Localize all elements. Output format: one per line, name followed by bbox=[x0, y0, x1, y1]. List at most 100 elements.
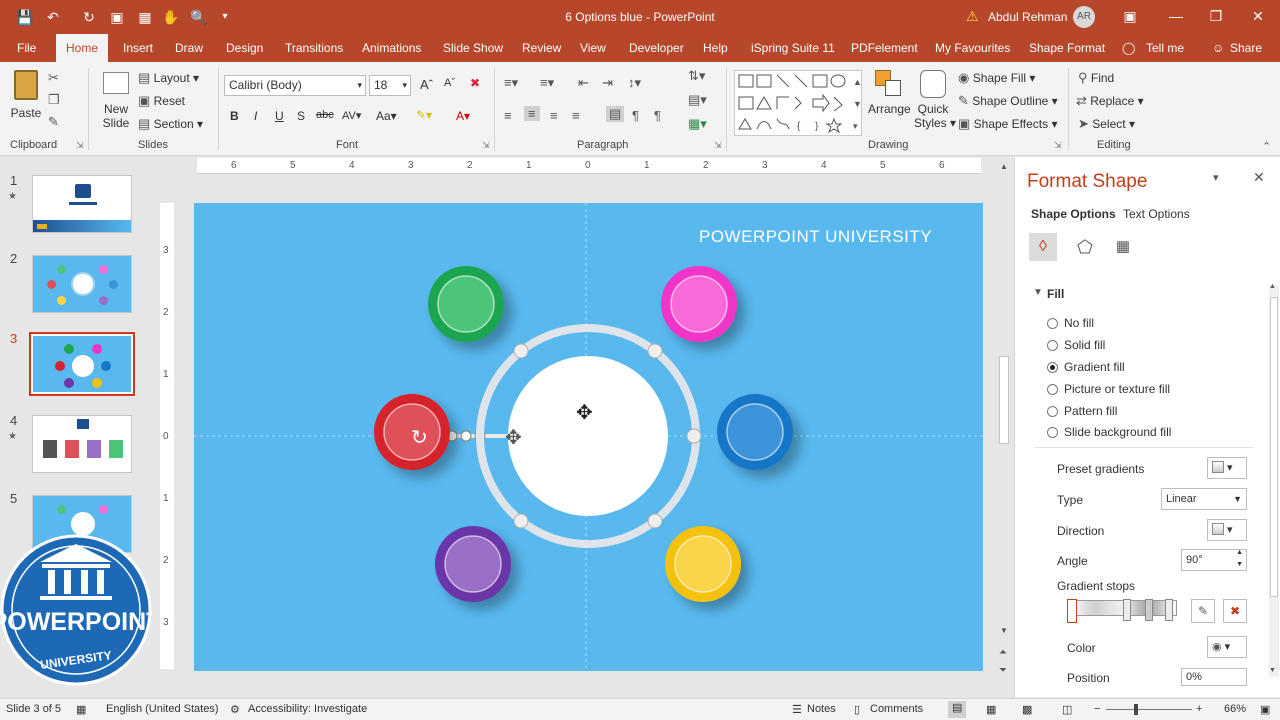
zoom-in-icon[interactable]: + bbox=[1196, 703, 1202, 715]
option-blue-inner[interactable] bbox=[726, 403, 784, 461]
ribbon-display-icon[interactable]: ▣ bbox=[1118, 6, 1142, 26]
find-button[interactable]: ⚲ Find bbox=[1078, 70, 1114, 86]
tab-view[interactable]: View bbox=[580, 34, 606, 62]
zoom-level[interactable]: 66% bbox=[1224, 703, 1246, 715]
preset-gradients-button[interactable]: ▾ bbox=[1207, 457, 1247, 479]
tab-insert[interactable]: Insert bbox=[123, 34, 153, 62]
zoom-slider-thumb[interactable] bbox=[1134, 704, 1138, 715]
share-icon[interactable]: ☺ bbox=[1212, 34, 1224, 62]
bold-icon[interactable]: B bbox=[230, 109, 239, 123]
fill-section-header[interactable]: Fill bbox=[1047, 287, 1064, 301]
gradient-stop[interactable] bbox=[1123, 599, 1131, 621]
slide-thumbnail[interactable] bbox=[32, 415, 132, 473]
gradient-stops-bar[interactable] bbox=[1067, 600, 1177, 616]
normal-view-icon[interactable]: ▤ bbox=[948, 701, 967, 718]
character-spacing-icon[interactable]: AV▾ bbox=[342, 109, 361, 122]
gradient-stop[interactable] bbox=[1145, 599, 1153, 621]
shadow-icon[interactable]: S bbox=[297, 109, 305, 123]
tab-draw[interactable]: Draw bbox=[175, 34, 203, 62]
save-icon[interactable]: 💾 bbox=[16, 8, 34, 26]
pane-options-icon[interactable]: ▾ bbox=[1213, 171, 1219, 184]
increase-indent-icon[interactable]: ⇥ bbox=[602, 75, 613, 91]
layout-button[interactable]: ▤ Layout ▾ bbox=[138, 70, 199, 86]
add-stop-icon[interactable]: ✎ bbox=[1191, 599, 1215, 623]
underline-icon[interactable]: U bbox=[275, 109, 284, 123]
radio-picture-fill[interactable]: Picture or texture fill bbox=[1047, 382, 1170, 396]
user-name[interactable]: Abdul Rehman bbox=[988, 10, 1067, 24]
direction-button[interactable]: ▾ bbox=[1207, 519, 1247, 541]
slideshow-icon[interactable]: ◫ bbox=[1062, 703, 1072, 716]
tab-transitions[interactable]: Transitions bbox=[285, 34, 343, 62]
font-size-select[interactable]: 18 ▾ bbox=[369, 75, 411, 96]
shape-fill-button[interactable]: ◉ Shape Fill ▾ bbox=[958, 70, 1035, 86]
tab-home[interactable]: Home bbox=[56, 34, 109, 62]
notes-button[interactable]: Notes bbox=[807, 703, 836, 715]
close-icon[interactable]: ✕ bbox=[1246, 6, 1270, 26]
pane-close-icon[interactable]: ✕ bbox=[1253, 169, 1265, 186]
columns-icon[interactable]: ▤ bbox=[606, 106, 625, 122]
scroll-down-icon[interactable]: ▼ bbox=[1000, 626, 1008, 635]
slide-thumbnail[interactable] bbox=[32, 255, 132, 313]
replace-button[interactable]: ⇄ Replace ▾ bbox=[1076, 93, 1144, 109]
tab-review[interactable]: Review bbox=[522, 34, 561, 62]
grow-font-icon[interactable]: Aˆ bbox=[420, 77, 433, 92]
numbering-icon[interactable]: ≡▾ bbox=[540, 75, 554, 91]
text-direction-icon[interactable]: ⇅▾ bbox=[688, 68, 705, 84]
shapes-gallery[interactable]: { } ▲ ▼ ▾ bbox=[734, 70, 862, 136]
tab-animations[interactable]: Animations bbox=[362, 34, 421, 62]
share-button[interactable]: Share bbox=[1230, 34, 1262, 62]
font-color-icon[interactable]: A▾ bbox=[456, 109, 470, 123]
strikethrough-icon[interactable]: abc bbox=[316, 109, 334, 121]
shape-effects-button[interactable]: ▣ Shape Effects ▾ bbox=[958, 116, 1058, 132]
option-green-inner[interactable] bbox=[437, 275, 495, 333]
tab-design[interactable]: Design bbox=[226, 34, 263, 62]
align-center-icon[interactable]: ≡ bbox=[524, 106, 540, 121]
redo-icon[interactable]: ↻ bbox=[80, 8, 98, 26]
maximize-icon[interactable]: ❐ bbox=[1204, 6, 1228, 26]
position-input[interactable]: 0% bbox=[1181, 668, 1247, 686]
previous-slide-icon[interactable]: ⏶ bbox=[999, 647, 1007, 658]
undo-icon[interactable]: ↶ bbox=[44, 8, 62, 26]
avatar[interactable]: AR bbox=[1073, 6, 1095, 28]
customize-qa-icon[interactable]: ▾ bbox=[216, 8, 234, 26]
option-purple-inner[interactable] bbox=[444, 535, 502, 593]
present-icon[interactable]: ▦ bbox=[136, 8, 154, 26]
paragraph-launcher-icon[interactable]: ⇲ bbox=[714, 140, 722, 151]
italic-icon[interactable]: I bbox=[254, 109, 257, 123]
tab-pdfelement[interactable]: PDFelement bbox=[851, 34, 918, 62]
slide-sorter-icon[interactable]: ▦ bbox=[986, 703, 996, 716]
slide-thumbnail[interactable] bbox=[32, 175, 132, 233]
line-spacing-icon[interactable]: ↕▾ bbox=[628, 75, 641, 91]
spell-check-icon[interactable]: ▦ bbox=[76, 703, 86, 716]
radio-pattern-fill[interactable]: Pattern fill bbox=[1047, 404, 1117, 418]
radio-solid-fill[interactable]: Solid fill bbox=[1047, 338, 1105, 352]
tab-file[interactable]: File bbox=[17, 34, 36, 62]
color-picker-button[interactable]: ◉ ▾ bbox=[1207, 636, 1247, 658]
collapse-ribbon-icon[interactable]: ⌃ bbox=[1262, 140, 1271, 153]
shrink-font-icon[interactable]: Aˇ bbox=[444, 77, 455, 89]
next-slide-icon[interactable]: ⏷ bbox=[999, 665, 1007, 676]
radio-no-fill[interactable]: No fill bbox=[1047, 316, 1094, 330]
format-painter-icon[interactable]: ✎ bbox=[48, 114, 59, 130]
pane-scrollbar[interactable]: ▲ ▼ bbox=[1269, 283, 1279, 677]
move-handle-icon[interactable]: ✥ bbox=[505, 427, 522, 449]
font-family-select[interactable]: Calibri (Body) ▾ bbox=[224, 75, 366, 96]
ltr-icon[interactable]: ¶ bbox=[654, 108, 661, 123]
zoom-slider[interactable] bbox=[1106, 709, 1192, 710]
type-select[interactable]: Linear ▼ bbox=[1161, 488, 1247, 510]
language-indicator[interactable]: English (United States) bbox=[106, 703, 219, 715]
drawing-launcher-icon[interactable]: ⇲ bbox=[1054, 140, 1062, 151]
selection-handle[interactable] bbox=[460, 430, 472, 442]
cut-icon[interactable]: ✂ bbox=[48, 70, 59, 86]
reading-view-icon[interactable]: ▩ bbox=[1022, 703, 1032, 716]
bullets-icon[interactable]: ≡▾ bbox=[504, 75, 518, 91]
shape-outline-button[interactable]: ✎ Shape Outline ▾ bbox=[958, 93, 1058, 109]
accessibility-status[interactable]: Accessibility: Investigate bbox=[248, 703, 367, 715]
tab-ispring[interactable]: iSpring Suite 11 bbox=[751, 34, 835, 62]
tab-shape-options[interactable]: Shape Options bbox=[1031, 207, 1116, 221]
option-yellow-inner[interactable] bbox=[674, 535, 732, 593]
fit-slide-icon[interactable]: ▣ bbox=[1260, 703, 1270, 716]
tab-developer[interactable]: Developer bbox=[629, 34, 684, 62]
align-left-icon[interactable]: ≡ bbox=[504, 108, 512, 123]
collapse-fill-icon[interactable]: ▼ bbox=[1033, 287, 1043, 298]
